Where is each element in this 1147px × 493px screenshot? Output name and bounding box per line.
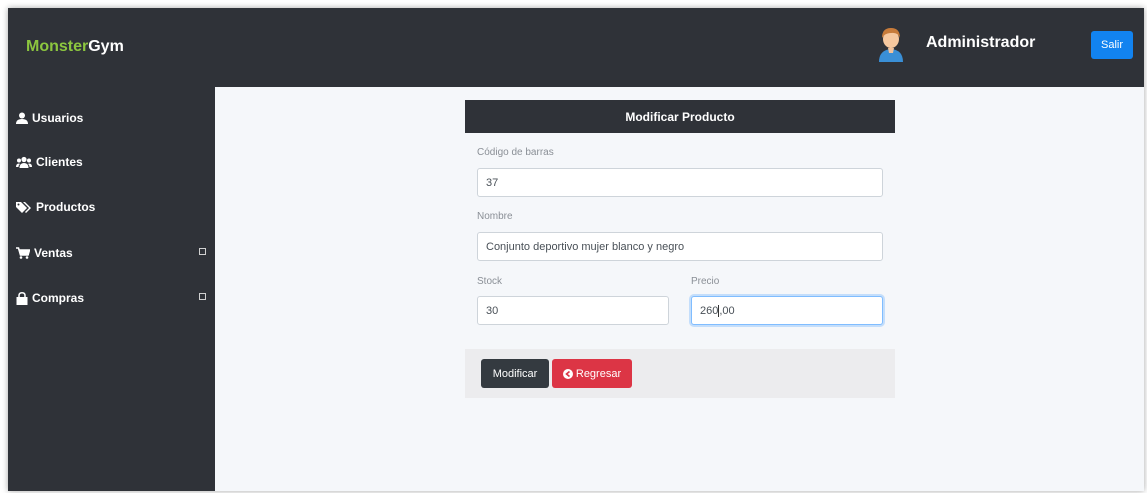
edit-product-card: Modificar Producto Código de barras 37 N… [465,100,895,398]
sidebar-item-label: Compras [32,291,85,305]
sidebar-item-label: Clientes [36,155,83,169]
logout-button[interactable]: Salir [1091,31,1133,59]
price-input[interactable]: 260,00 [691,296,883,325]
expand-icon[interactable] [199,293,206,300]
expand-icon[interactable] [199,248,206,255]
brand-part-1: Monster [26,38,89,55]
price-label: Precio [691,276,720,287]
sidebar-item-compras[interactable]: Compras [16,287,206,309]
sidebar: Usuarios Clientes Productos Ventas Compr… [8,87,215,491]
tags-icon [16,202,31,213]
user-icon [16,112,28,124]
brand-part-2: Gym [88,38,124,55]
avatar[interactable] [876,26,906,62]
modify-button[interactable]: Modificar [481,359,549,388]
card-title: Modificar Producto [465,100,895,133]
user-avatar-icon [879,28,903,62]
name-input[interactable]: Conjunto deportivo mujer blanco y negro [477,232,883,261]
user-name: Administrador [926,34,1036,51]
sidebar-item-clientes[interactable]: Clientes [16,151,206,173]
cart-icon [16,247,30,259]
back-button-label: Regresar [575,367,622,380]
sidebar-item-label: Usuarios [32,111,84,125]
sidebar-item-label: Ventas [34,246,73,260]
back-button[interactable]: Regresar [552,359,632,388]
arrow-circle-left-icon [562,368,573,379]
stock-input[interactable]: 30 [477,296,669,325]
sidebar-item-label: Productos [36,200,96,214]
product-form: Código de barras 37 Nombre Conjunto depo… [465,133,895,348]
barcode-input[interactable]: 37 [477,168,883,197]
shopping-bag-icon [16,291,28,305]
sidebar-item-ventas[interactable]: Ventas [16,242,206,264]
users-icon [16,156,32,168]
price-value-after-cursor: ,00 [719,304,735,317]
top-navbar: MonsterGym Administrador Salir [8,8,1144,87]
barcode-label: Código de barras [477,147,554,158]
card-footer: Modificar Regresar [465,349,895,398]
sidebar-item-productos[interactable]: Productos [16,196,206,218]
name-label: Nombre [477,211,513,222]
app-window: MonsterGym Administrador Salir Usuarios [8,8,1144,491]
sidebar-item-usuarios[interactable]: Usuarios [16,107,206,129]
price-value-before-cursor: 260 [700,304,719,317]
brand-logo[interactable]: MonsterGym [26,38,124,56]
stock-label: Stock [477,276,503,287]
